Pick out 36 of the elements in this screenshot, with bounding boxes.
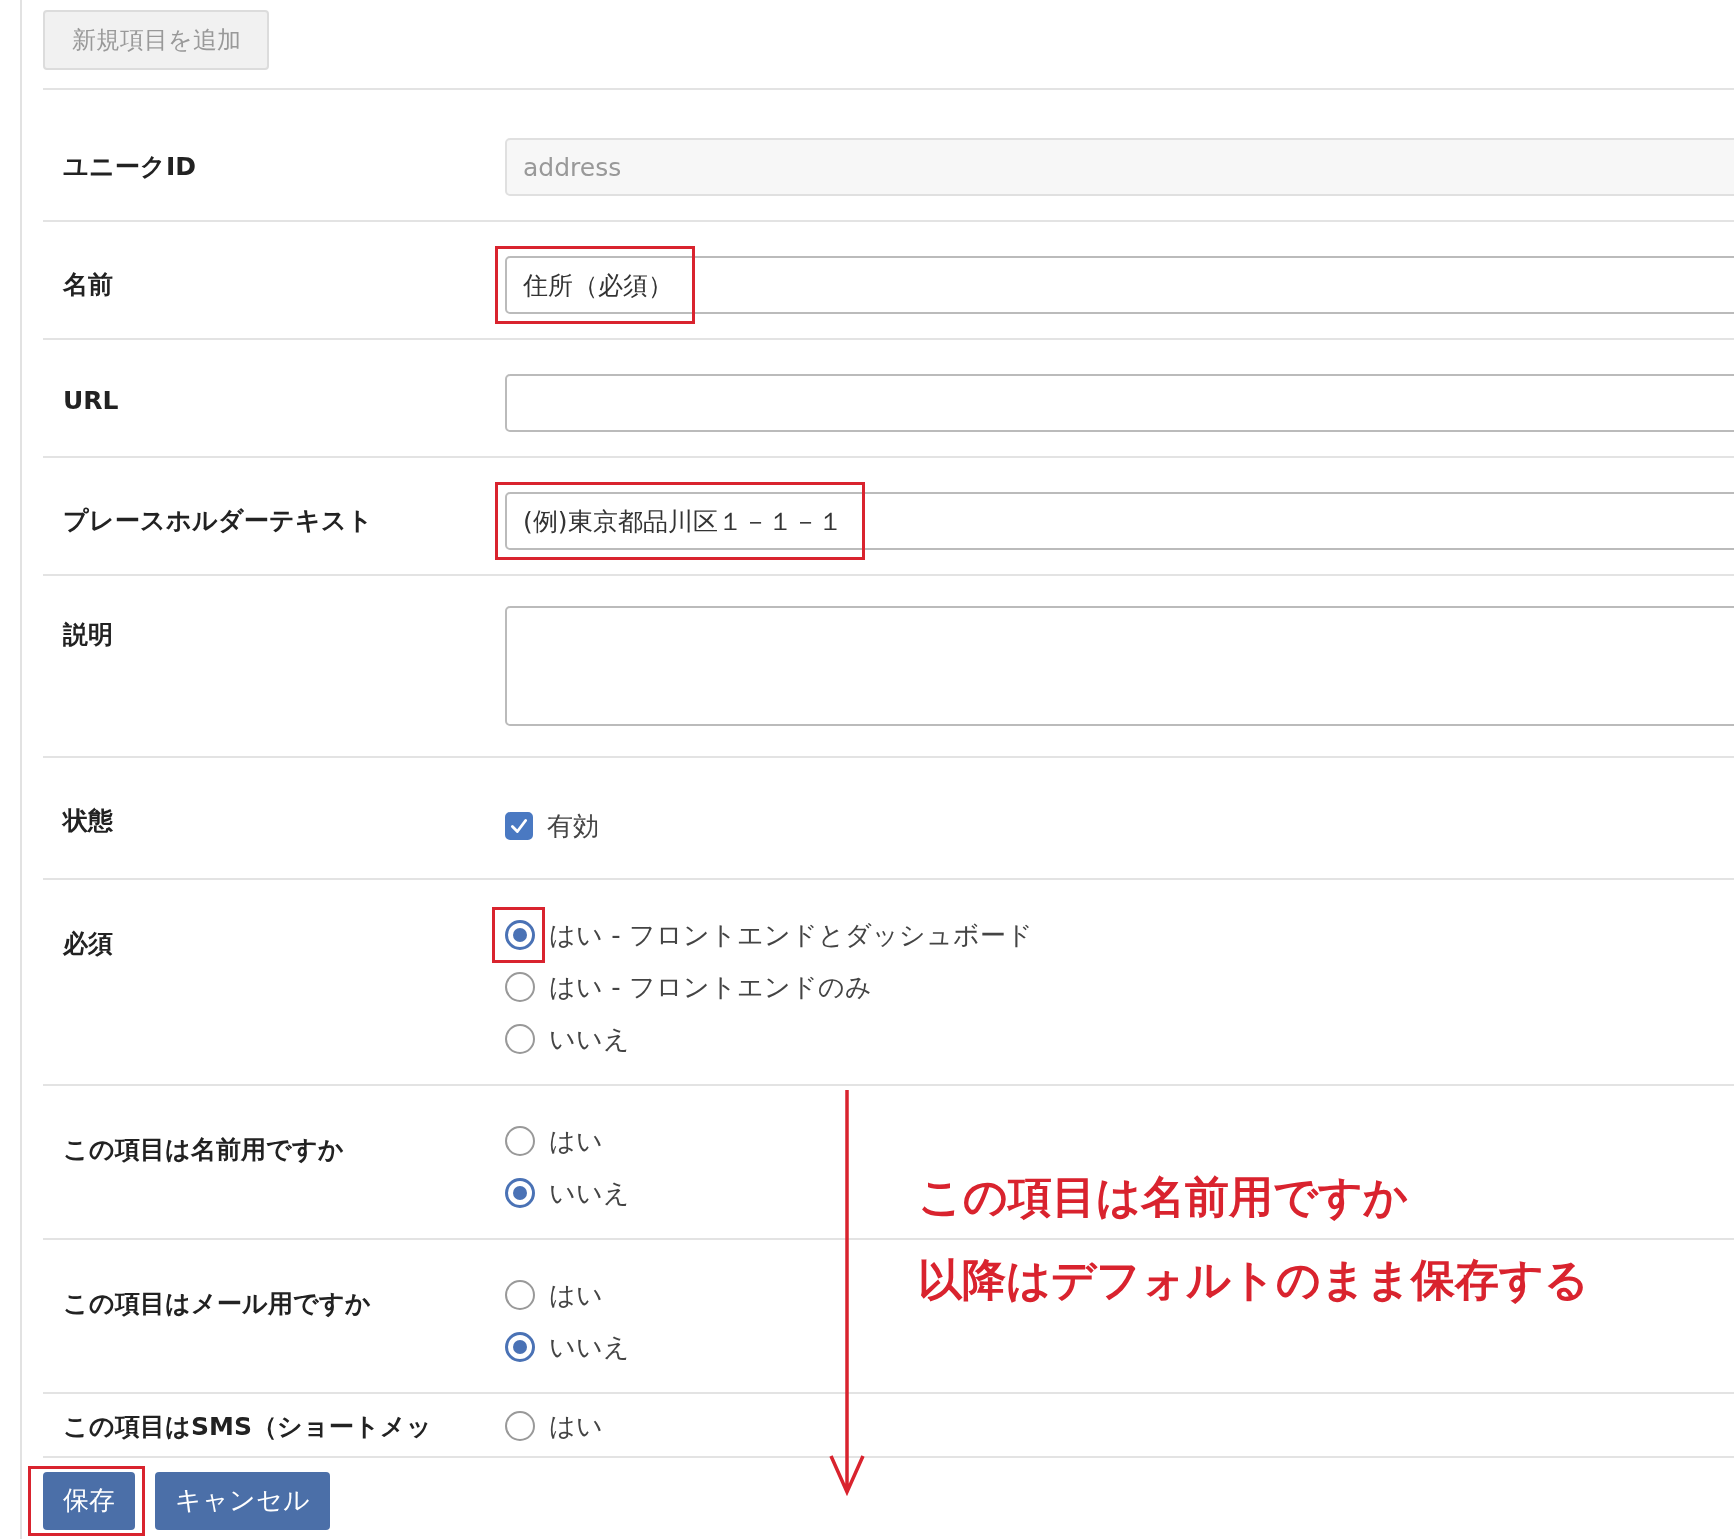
option-label: いいえ xyxy=(549,1330,630,1364)
text-area[interactable] xyxy=(505,606,1734,726)
radio-button[interactable] xyxy=(505,1178,535,1208)
field-label: この項目は名前用ですか xyxy=(62,1134,344,1166)
annotation-text: この項目は名前用ですか xyxy=(918,1170,1408,1224)
radio-button[interactable] xyxy=(505,1126,535,1156)
field-label: 説明 xyxy=(62,619,113,651)
radio-button[interactable] xyxy=(505,1280,535,1310)
option-label: はい xyxy=(549,1278,603,1312)
radio-button[interactable] xyxy=(505,920,535,950)
option-label: はい - フロントエンドのみ xyxy=(549,970,872,1004)
radio-button[interactable] xyxy=(505,972,535,1002)
field-label: ユニークID xyxy=(62,151,197,183)
form-button[interactable]: キャンセル xyxy=(155,1471,330,1530)
option-label: はい xyxy=(549,1409,603,1443)
input-field[interactable] xyxy=(505,374,1734,432)
checkbox[interactable] xyxy=(505,812,533,840)
field-label: URL xyxy=(62,385,119,415)
option-label: はい - フロントエンドとダッシュボード xyxy=(549,918,1033,952)
input-field[interactable]: 住所（必須） xyxy=(505,256,1734,314)
radio-button[interactable] xyxy=(505,1332,535,1362)
option-label: いいえ xyxy=(549,1022,630,1056)
input-field[interactable]: (例)東京都品川区１－１－１ xyxy=(505,492,1734,550)
field-label: この項目はメール用ですか xyxy=(62,1288,371,1320)
radio-button[interactable] xyxy=(505,1411,535,1441)
field-label: 状態 xyxy=(61,805,113,837)
field-label: 名前 xyxy=(62,269,113,301)
option-label: いいえ xyxy=(549,1176,630,1210)
option-label: 有効 xyxy=(547,809,599,843)
radio-button[interactable] xyxy=(505,1024,535,1054)
field-label: 必須 xyxy=(62,928,113,960)
form-button[interactable]: 保存 xyxy=(43,1471,135,1530)
annotation-text: 以降はデフォルトのまま保存する xyxy=(918,1253,1589,1307)
field-label: プレースホルダーテキスト xyxy=(62,505,373,537)
field-label: この項目はSMS（ショートメッ xyxy=(62,1411,432,1443)
option-label: はい xyxy=(549,1124,603,1158)
